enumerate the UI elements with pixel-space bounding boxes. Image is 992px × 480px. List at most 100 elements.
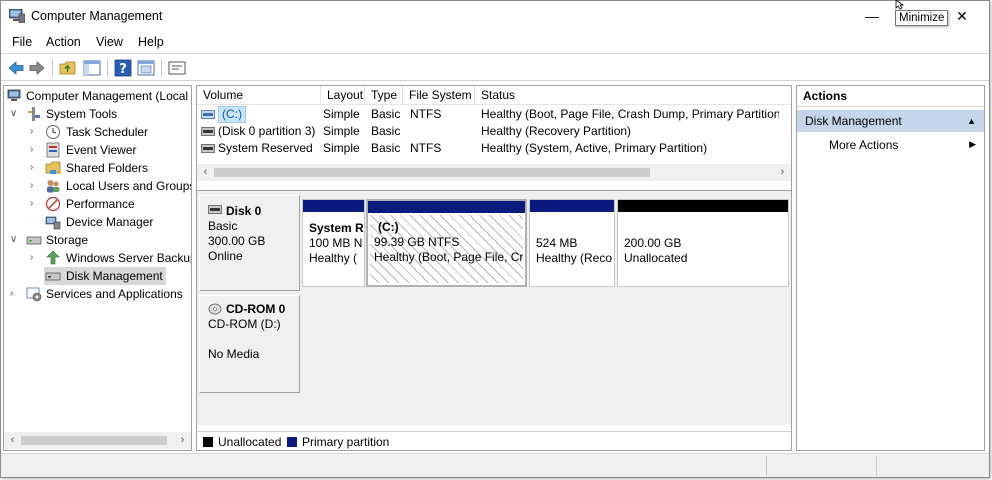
column-header-volume[interactable]: Volume [197,86,321,105]
partition-recovery[interactable]: 524 MB Healthy (Reco [529,199,615,287]
tree-item-event-viewer[interactable]: › Event Viewer [4,141,191,159]
tree-item-disk-management[interactable]: Disk Management [44,267,166,285]
tree-label: Computer Management (Local [26,89,189,103]
actions-section-disk-management[interactable]: Disk Management ▲ [797,110,984,132]
column-header-status[interactable]: Status [475,86,791,105]
legend-swatch-unallocated [203,437,213,447]
scrollbar-thumb[interactable] [21,436,167,445]
users-icon [47,180,60,193]
tree-item-computer-management[interactable]: Computer Management (Local [4,87,191,105]
chevron-right-icon[interactable]: › [30,249,42,267]
partition-status: Healthy (Reco [536,251,613,265]
tree-item-performance[interactable]: › Performance [4,195,191,213]
console-icon[interactable] [168,59,186,77]
svg-text:?: ? [119,62,127,77]
volume-name: System Reserved [218,141,313,155]
tree-item-services-applications[interactable]: › Services and Applications [4,285,191,303]
title-bar: Computer Management — ✕ Minimize [1,0,989,31]
tree-item-task-scheduler[interactable]: › Task Scheduler [4,123,191,141]
volume-layout: Simple [323,107,360,121]
partition-type-bar [303,200,364,212]
partition-size: 524 MB [536,236,578,250]
chevron-down-icon[interactable]: ∨ [10,105,22,123]
volume-layout: Simple [323,124,360,138]
volume-icon [201,110,215,119]
tree-item-windows-server-backup[interactable]: › Windows Server Backup [4,249,191,267]
partition-unallocated[interactable]: 200.00 GB Unallocated [617,199,789,287]
properties-icon[interactable] [137,59,155,77]
chevron-right-icon[interactable]: › [30,195,42,213]
column-header-type[interactable]: Type [365,86,403,105]
volume-list-horizontal-scrollbar[interactable]: ‹ › [197,164,791,181]
tree-item-local-users-groups[interactable]: › Local Users and Groups [4,177,192,195]
menu-file[interactable]: File [12,35,32,49]
disk-type: Basic [208,219,238,233]
legend-swatch-primary [287,437,297,447]
back-icon[interactable] [7,59,25,77]
partition-size: 100 MB N [309,236,363,250]
chevron-right-icon[interactable]: › [30,159,42,177]
menu-help[interactable]: Help [138,35,164,49]
up-folder-icon[interactable] [59,59,77,77]
partition-status: Unallocated [624,251,688,265]
disk-0-label[interactable]: Disk 0 Basic 300.00 GB Online [199,195,300,291]
table-row[interactable]: System Reserved Simple Basic NTFS Health… [197,140,791,157]
partition-system-reserved[interactable]: System R 100 MB N Healthy ( [302,199,365,287]
chevron-right-icon[interactable]: › [10,285,22,303]
tree-item-shared-folders[interactable]: › Shared Folders [4,159,191,177]
actions-header: Actions [797,86,984,107]
close-button[interactable]: ✕ [947,5,977,27]
toolbar-separator [107,59,108,77]
partition-title: System R [309,221,364,235]
toolbar: ? [1,55,989,81]
mouse-cursor-icon [895,0,905,10]
partition-c-drive[interactable]: (C:) 99.39 GB NTFS Healthy (Boot, Page F… [366,199,527,287]
minimize-button[interactable]: — [857,5,887,27]
system-tools-icon [28,107,40,121]
scroll-right-icon[interactable]: › [774,164,791,181]
chevron-right-icon[interactable]: › [30,177,42,195]
tree-label: Task Scheduler [66,125,149,139]
cdrom-0-label[interactable]: CD-ROM 0 CD-ROM (D:) No Media [199,295,300,393]
event-viewer-icon [46,142,60,158]
show-hide-tree-icon[interactable] [83,59,101,77]
submenu-arrow-icon[interactable]: ▶ [969,139,976,150]
forward-icon[interactable] [28,59,46,77]
scrollbar-thumb[interactable] [214,168,650,177]
minimize-icon: — [865,8,879,24]
partition-size: 99.39 GB NTFS [374,235,460,249]
help-icon[interactable]: ? [114,59,132,77]
scroll-left-icon[interactable]: ‹ [197,164,214,181]
chevron-right-icon[interactable]: › [30,123,42,141]
disk-name: Disk 0 [226,204,262,218]
partition-status: Healthy ( [309,251,358,265]
disk-type: CD-ROM (D:) [208,317,281,331]
computer-management-icon [7,89,21,101]
column-header-file-system[interactable]: File System [403,86,475,105]
menu-view[interactable]: View [96,35,123,49]
partition-status: Healthy (Boot, Page File, Cr [374,250,524,264]
tree-item-system-tools[interactable]: ∨ System Tools [4,105,191,123]
tree-label: Local Users and Groups [66,179,192,193]
volume-type: Basic [371,124,401,138]
chevron-down-icon[interactable]: ∨ [10,231,22,249]
menu-action[interactable]: Action [46,35,81,49]
tree-horizontal-scrollbar[interactable]: ‹ › [4,432,191,449]
tree-item-storage[interactable]: ∨ Storage [4,231,191,249]
column-header-layout[interactable]: Layout [321,86,365,105]
window-title: Computer Management [31,9,163,23]
scroll-right-icon[interactable]: › [174,432,191,449]
more-actions-item[interactable]: More Actions [829,138,898,152]
chevron-right-icon[interactable]: › [30,141,42,159]
disk-state: Online [208,249,243,263]
collapse-up-icon[interactable]: ▲ [967,110,976,132]
table-row[interactable]: (Disk 0 partition 3) Simple Basic Health… [197,123,791,140]
table-row[interactable]: (C:) Simple Basic NTFS Healthy (Boot, Pa… [197,106,791,123]
legend-label-primary: Primary partition [302,435,390,449]
volume-file-system: NTFS [410,107,442,121]
scroll-left-icon[interactable]: ‹ [4,432,21,449]
disk-size: 300.00 GB [208,234,266,248]
disk-icon [208,205,222,214]
tree-item-device-manager[interactable]: Device Manager [4,213,191,231]
toolbar-separator [52,59,53,77]
